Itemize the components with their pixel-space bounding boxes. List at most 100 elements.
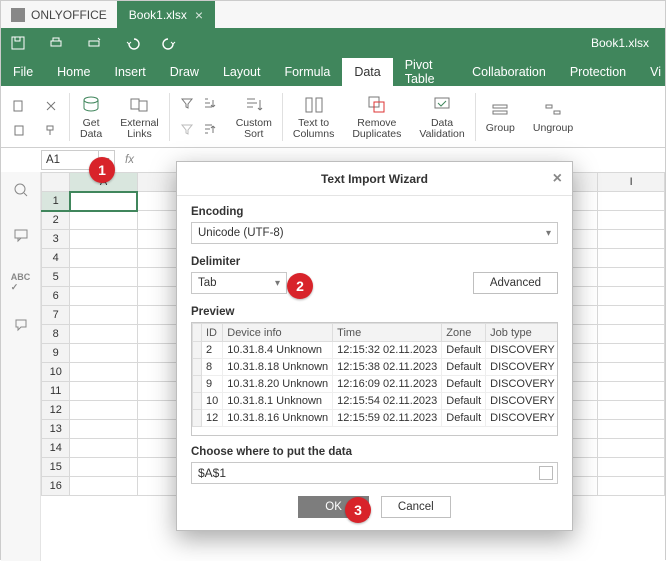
data-validation-icon (431, 94, 453, 116)
advanced-button[interactable]: Advanced (473, 272, 558, 294)
row-header[interactable]: 11 (42, 382, 70, 401)
encoding-select[interactable]: Unicode (UTF-8) ▾ (191, 222, 558, 244)
tab-file[interactable]: File (1, 58, 45, 86)
custom-sort-button[interactable]: Custom Sort (228, 89, 280, 145)
quick-access-bar: Book1.xlsx (1, 28, 665, 58)
row-header[interactable]: 16 (42, 477, 70, 496)
paste-icon[interactable] (12, 123, 28, 139)
range-picker-icon[interactable] (539, 466, 553, 480)
clear-filter-icon[interactable] (180, 122, 196, 138)
col-header[interactable]: I (598, 173, 665, 192)
feedback-icon[interactable] (13, 317, 29, 338)
copy-icon[interactable] (12, 99, 28, 115)
document-tab-label: Book1.xlsx (129, 8, 187, 22)
print-icon[interactable] (47, 34, 65, 52)
search-icon[interactable] (13, 182, 29, 203)
main-menu: File Home Insert Draw Layout Formula Dat… (1, 58, 665, 86)
chevron-down-icon: ▾ (275, 278, 280, 289)
tab-pivot[interactable]: Pivot Table (393, 58, 460, 86)
text-import-wizard-dialog: Text Import Wizard × Encoding Unicode (U… (176, 161, 573, 531)
encoding-value: Unicode (UTF-8) (198, 227, 284, 239)
dialog-title: Text Import Wizard (321, 172, 428, 186)
row-header[interactable]: 9 (42, 344, 70, 363)
dialog-header: Text Import Wizard × (177, 162, 572, 196)
row-header[interactable]: 8 (42, 325, 70, 344)
row-header[interactable]: 13 (42, 420, 70, 439)
group-button[interactable]: Group (478, 89, 523, 145)
tab-collab[interactable]: Collaboration (460, 58, 558, 86)
tab-draw[interactable]: Draw (158, 58, 211, 86)
text-to-columns-icon (303, 94, 325, 116)
row-header[interactable]: 5 (42, 268, 70, 287)
cell[interactable] (70, 192, 137, 211)
cancel-button[interactable]: Cancel (381, 496, 451, 518)
app-name: ONLYOFFICE (31, 8, 107, 22)
close-icon[interactable]: × (553, 170, 562, 188)
tab-layout[interactable]: Layout (211, 58, 273, 86)
window-titlebar: ONLYOFFICE Book1.xlsx × (1, 1, 665, 28)
dialog-footer: OK Cancel (177, 486, 572, 530)
get-data-icon (80, 94, 102, 116)
quick-print-icon[interactable] (85, 34, 103, 52)
comments-icon[interactable] (13, 227, 29, 248)
range-input[interactable]: $A$1 (191, 462, 558, 484)
spellcheck-icon[interactable]: ABC✓ (11, 272, 31, 293)
tab-insert[interactable]: Insert (103, 58, 158, 86)
get-data-button[interactable]: Get Data (72, 89, 110, 145)
remove-duplicates-button[interactable]: Remove Duplicates (344, 89, 409, 145)
row-header[interactable]: 7 (42, 306, 70, 325)
save-icon[interactable] (9, 34, 27, 52)
delimiter-value: Tab (198, 277, 217, 289)
row-header[interactable]: 2 (42, 211, 70, 230)
file-name: Book1.xlsx (591, 36, 649, 50)
ungroup-button[interactable]: Ungroup (525, 89, 581, 145)
row-header[interactable]: 6 (42, 287, 70, 306)
text-to-columns-button[interactable]: Text to Columns (285, 89, 342, 145)
remove-duplicates-icon (366, 94, 388, 116)
row-header[interactable]: 4 (42, 249, 70, 268)
sort-desc-icon[interactable] (202, 122, 218, 138)
data-validation-button[interactable]: Data Validation (411, 89, 472, 145)
close-tab-icon[interactable]: × (195, 7, 203, 23)
ribbon-data: Get Data External Links Custom Sort Text… (1, 86, 665, 148)
tab-protect[interactable]: Protection (558, 58, 638, 86)
delimiter-select[interactable]: Tab ▾ (191, 272, 287, 294)
row-header[interactable]: 15 (42, 458, 70, 477)
row-header[interactable]: 1 (42, 192, 70, 211)
annotation-3: 3 (345, 497, 371, 523)
cut-icon[interactable] (44, 99, 60, 115)
external-links-icon (128, 94, 150, 116)
chevron-down-icon: ▾ (546, 228, 551, 239)
document-tab[interactable]: Book1.xlsx × (117, 1, 215, 28)
clipboard-mini2 (37, 95, 67, 139)
row-header[interactable]: 10 (42, 363, 70, 382)
external-links-button[interactable]: External Links (112, 89, 167, 145)
encoding-label: Encoding (191, 206, 558, 218)
undo-icon[interactable] (123, 34, 141, 52)
fx-label[interactable]: fx (125, 154, 134, 166)
sort-filter-group (172, 96, 226, 138)
tab-overflow[interactable]: Vi (638, 58, 665, 86)
annotation-2: 2 (287, 273, 313, 299)
row-header[interactable]: 14 (42, 439, 70, 458)
custom-sort-icon (243, 94, 265, 116)
select-all-corner[interactable] (42, 173, 70, 192)
row-header[interactable]: 3 (42, 230, 70, 249)
tab-formula[interactable]: Formula (272, 58, 342, 86)
app-brand: ONLYOFFICE (1, 1, 117, 28)
app-logo-icon (11, 8, 25, 22)
format-painter-icon[interactable] (44, 123, 60, 139)
tab-home[interactable]: Home (45, 58, 102, 86)
group-icon (489, 99, 511, 121)
range-label: Choose where to put the data (191, 446, 558, 458)
filter-icon[interactable] (180, 96, 196, 112)
row-header[interactable]: 12 (42, 401, 70, 420)
left-sidebar: ABC✓ (1, 172, 41, 561)
sort-asc-icon[interactable] (202, 96, 218, 112)
ungroup-icon (542, 99, 564, 121)
tab-data[interactable]: Data (342, 58, 392, 86)
redo-icon[interactable] (161, 34, 179, 52)
preview-table: IDDevice infoTimeZoneJob type210.31.8.4 … (191, 322, 558, 436)
preview-label: Preview (191, 306, 558, 318)
delimiter-label: Delimiter (191, 256, 558, 268)
